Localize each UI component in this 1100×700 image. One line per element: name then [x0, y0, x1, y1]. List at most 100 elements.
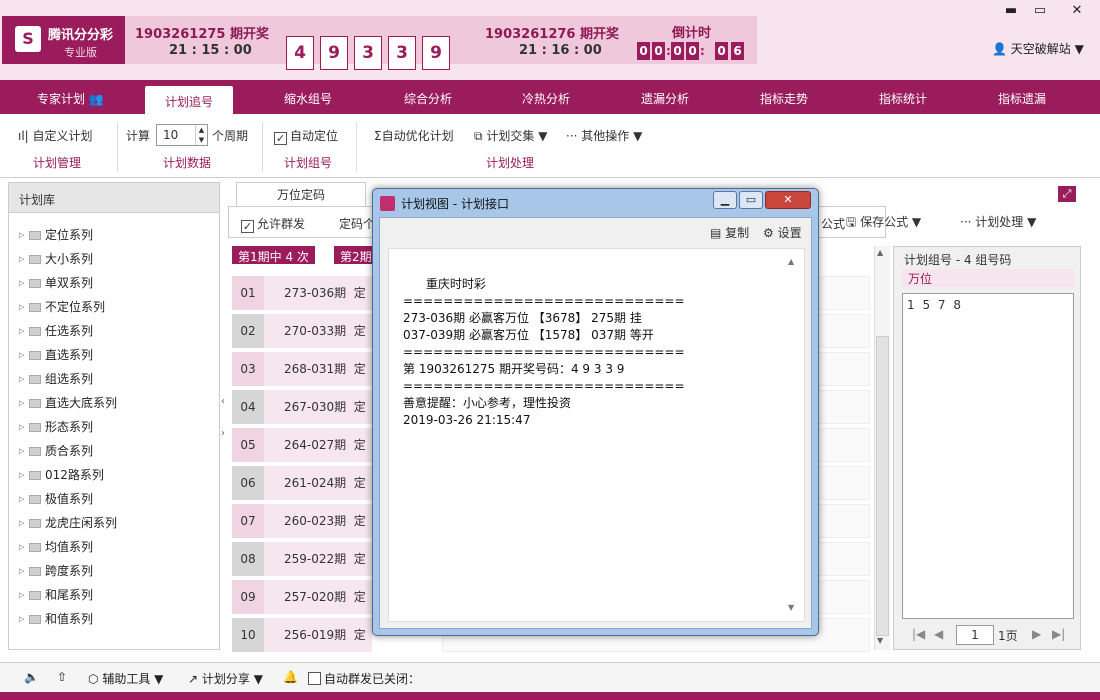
group-plan-data: 计划数据: [163, 156, 212, 170]
divider: [262, 122, 263, 172]
other-ops-button[interactable]: ··· 其他操作 ▼: [566, 127, 642, 144]
group-numbers-textarea[interactable]: 1 5 7 8: [902, 293, 1074, 619]
folder-icon: [29, 255, 41, 264]
tree-item[interactable]: ▷ 极值系列: [9, 487, 219, 511]
tree-item[interactable]: ▷ 跨度系列: [9, 559, 219, 583]
auto-optimize-button[interactable]: Σ自动优化计划: [374, 127, 454, 144]
folder-icon: [29, 375, 41, 384]
upload-icon[interactable]: ⇧: [57, 670, 67, 684]
next-page-icon[interactable]: ▶: [1032, 627, 1041, 641]
tab-plan-chase[interactable]: 计划追号: [145, 86, 234, 114]
tree-item[interactable]: ▷ 不定位系列: [9, 295, 219, 319]
auto-locate-checkbox[interactable]: ✓ 自动定位: [274, 127, 338, 145]
prev-page-icon[interactable]: ◀: [934, 627, 943, 641]
countdown-digit: 0: [652, 42, 665, 60]
expand-icon: ▷: [19, 591, 25, 599]
tree-item[interactable]: ▷ 形态系列: [9, 415, 219, 439]
plan-icon: ıl|: [18, 129, 29, 143]
periods-stepper[interactable]: 10 ▲ ▼: [156, 124, 208, 146]
scroll-up-icon: ▲: [877, 248, 884, 257]
dialog-close-button[interactable]: ✕: [765, 191, 811, 209]
volume-icon[interactable]: 🔈: [24, 670, 39, 684]
tree-item[interactable]: ▷ 任选系列: [9, 319, 219, 343]
tab-hot-cold[interactable]: 冷热分析: [522, 90, 570, 107]
tree-item[interactable]: ▷ 大小系列: [9, 247, 219, 271]
tools-button[interactable]: ⬡ 辅助工具 ▼: [88, 670, 163, 687]
tree-item[interactable]: ▷ 和尾系列: [9, 583, 219, 607]
plan-view-dialog: 计划视图 - 计划接口 ▁ ▭ ✕ ▤ 复制 ⚙ 设置 重庆时时彩 ======…: [372, 188, 819, 636]
tree-item[interactable]: ▷ 定位系列: [9, 223, 219, 247]
tab-expert-plan[interactable]: 专家计划 👥: [37, 90, 104, 107]
tree-item[interactable]: ▷ 均值系列: [9, 535, 219, 559]
calc-label: 计算: [126, 129, 151, 143]
maximize-button[interactable]: ▭: [1026, 2, 1054, 20]
folder-icon: [29, 543, 41, 552]
dialog-scrollbar[interactable]: ▲ ▼: [786, 253, 800, 617]
tree-item[interactable]: ▷ 直选大底系列: [9, 391, 219, 415]
expand-icon[interactable]: ⤢: [1058, 186, 1076, 202]
tab-indicator-stats[interactable]: 指标统计: [879, 90, 927, 107]
last-page-icon[interactable]: ▶|: [1052, 627, 1065, 641]
minimize-button[interactable]: ▬: [997, 2, 1025, 20]
dialog-maximize-button[interactable]: ▭: [739, 191, 763, 209]
last-draw-time: 21 : 15 : 00: [169, 43, 252, 58]
bottom-accent-bar: [0, 692, 1100, 700]
plan-process-button[interactable]: ··· 计划处理 ▼: [960, 213, 1036, 230]
folder-icon: [29, 231, 41, 240]
dialog-title: 计划视图 - 计划接口: [401, 197, 509, 211]
first-page-icon[interactable]: |◀: [912, 627, 925, 641]
main-scrollbar[interactable]: ▲ ▼: [874, 246, 890, 650]
last-draw-panel: 1903261275 期开奖 21 : 15 : 00 4 9 3 3 9: [125, 16, 455, 70]
group-plan-combine: 计划组号: [284, 156, 333, 170]
tree-item[interactable]: ▷ 和值系列: [9, 607, 219, 631]
countdown-digit: 0: [715, 42, 728, 60]
countdown-digit: 6: [731, 42, 744, 60]
tab-overall-analysis[interactable]: 综合分析: [404, 90, 452, 107]
next-draw-time: 21 : 16 : 00: [519, 43, 602, 58]
chevron-down-icon: ▼: [253, 672, 263, 686]
plan-text-area[interactable]: 重庆时时彩 ============================ 273-0…: [388, 248, 805, 622]
tab-shrink-group[interactable]: 缩水组号: [284, 90, 332, 107]
tree-item[interactable]: ▷ 质合系列: [9, 439, 219, 463]
expand-icon: ▷: [19, 615, 25, 623]
collapse-right-icon[interactable]: ›: [221, 428, 225, 439]
tab-indicator-trend[interactable]: 指标走势: [760, 90, 808, 107]
folder-icon: [29, 303, 41, 312]
tab-indicator-omission[interactable]: 指标遗漏: [998, 90, 1046, 107]
status-bar: 🔈 ⇧ ⬡ 辅助工具 ▼ ↗ 计划分享 ▼ 🔔 自动群发已关闭：: [0, 662, 1100, 692]
user-menu[interactable]: 👤 天空破解站 ▼: [992, 40, 1084, 57]
app-logo-icon: S: [15, 26, 41, 52]
tab-wan-fixed-code[interactable]: 万位定码: [236, 182, 366, 206]
page-input[interactable]: 1: [956, 625, 994, 645]
chevron-down-icon: ▼: [1027, 215, 1037, 229]
custom-plan-button[interactable]: ıl| 自定义计划: [18, 127, 93, 144]
dialog-minimize-button[interactable]: ▁: [713, 191, 737, 209]
tree-item[interactable]: ▷ 龙虎庄闲系列: [9, 511, 219, 535]
share-button[interactable]: ↗ 计划分享 ▼: [188, 670, 263, 687]
copy-button[interactable]: ▤ 复制: [710, 224, 749, 241]
user-icon: 👤: [992, 42, 1007, 56]
allow-group-send-checkbox[interactable]: ✓ 允许群发: [241, 215, 305, 233]
tree-item[interactable]: ▷ 012路系列: [9, 463, 219, 487]
chevron-down-icon: ▼: [154, 672, 164, 686]
expand-icon: ▷: [19, 543, 25, 551]
folder-icon: [29, 567, 41, 576]
tree-item[interactable]: ▷ 直选系列: [9, 343, 219, 367]
settings-button[interactable]: ⚙ 设置: [763, 224, 802, 241]
scroll-down-icon: ▼: [788, 603, 795, 612]
collapse-left-icon[interactable]: ‹: [221, 396, 225, 407]
tree-item[interactable]: ▷ 单双系列: [9, 271, 219, 295]
tree-item[interactable]: ▷ 组选系列: [9, 367, 219, 391]
stepper-arrows-icon[interactable]: ▲ ▼: [195, 125, 207, 145]
periods-suffix: 个周期: [212, 129, 249, 143]
bell-icon[interactable]: 🔔: [283, 670, 298, 684]
expand-icon: ▷: [19, 375, 25, 383]
folder-icon: [29, 327, 41, 336]
result-ball-5: 9: [422, 36, 450, 70]
plan-intersect-button[interactable]: ⧉ 计划交集 ▼: [474, 127, 547, 144]
save-icon: 🖫: [846, 215, 857, 229]
save-formula-button[interactable]: 🖫 保存公式 ▼: [846, 213, 921, 234]
auto-group-checkbox[interactable]: 自动群发已关闭：: [308, 670, 420, 687]
close-button[interactable]: ✕: [1063, 2, 1091, 20]
tab-omission[interactable]: 遗漏分析: [641, 90, 689, 107]
